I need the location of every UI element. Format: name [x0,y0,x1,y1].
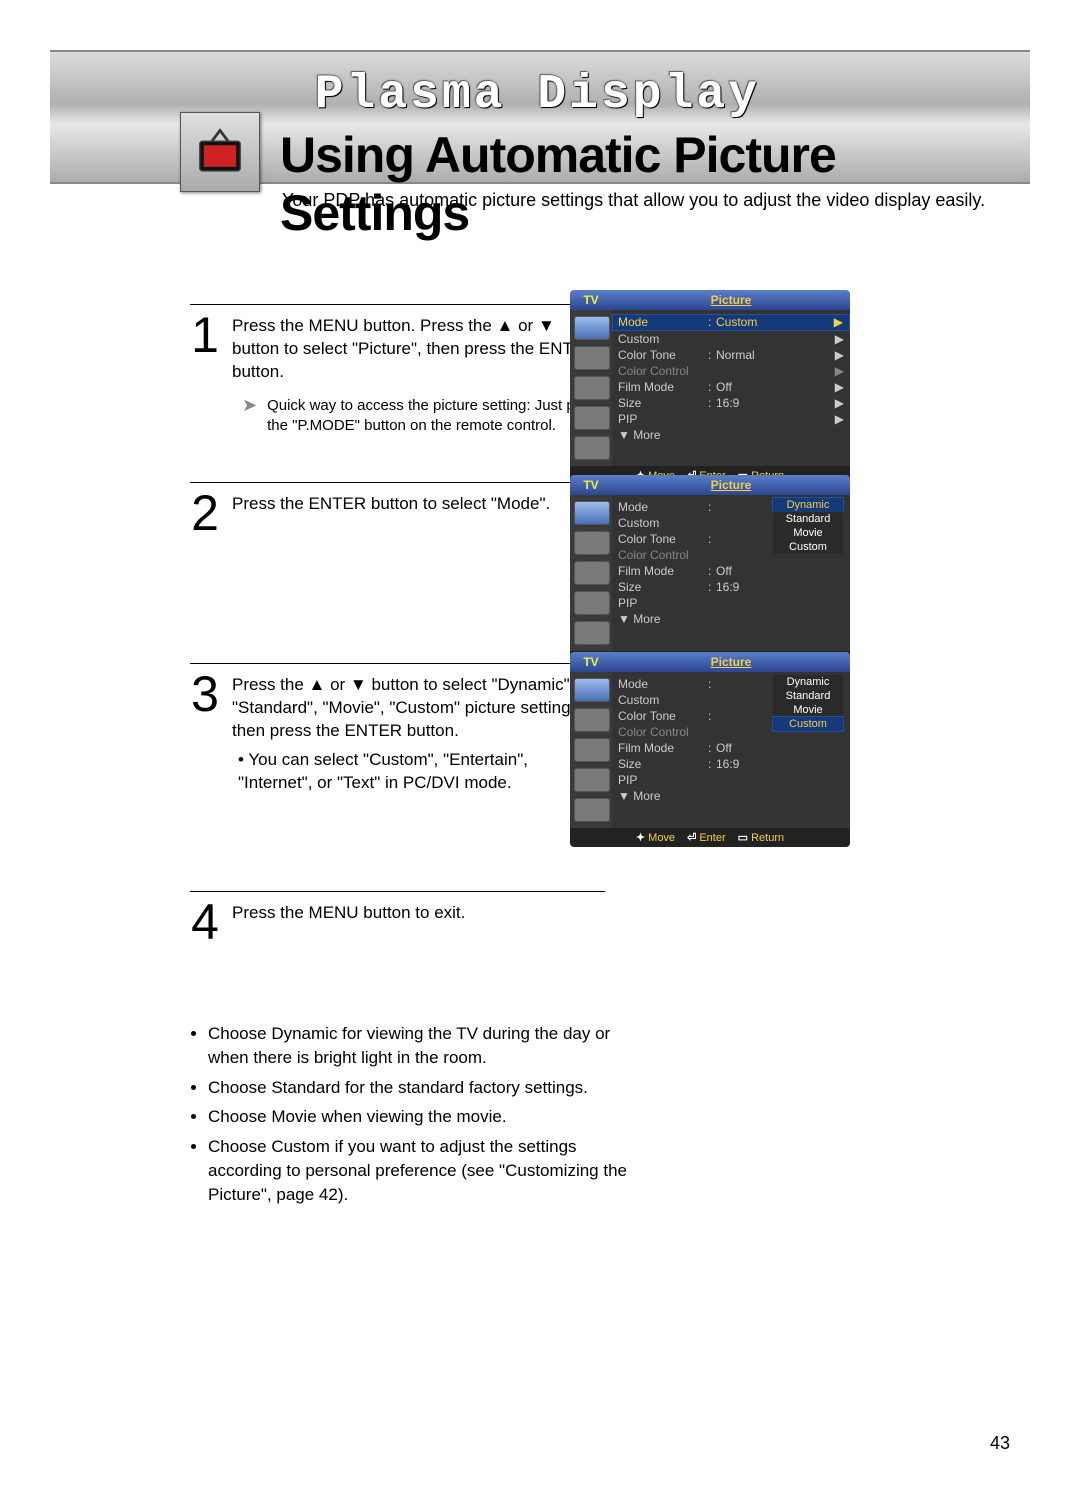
note-item: Choose Movie when viewing the movie. [208,1105,628,1129]
step-number: 3 [190,674,220,714]
osd-row-more: ▼ More [612,788,850,804]
caret-right-icon: ▶ [835,411,844,427]
osd-source-label: TV [570,652,612,672]
option-movie: Movie [773,703,843,717]
picture-category-icon [574,316,610,340]
note-item: Choose Custom if you want to adjust the … [208,1135,628,1206]
osd-category-icons [570,495,612,651]
mode-options-popup: Dynamic Standard Movie Custom [772,674,844,732]
osd-source-label: TV [570,475,612,495]
osd-row-pip: PIP [612,772,850,788]
page-title: Using Automatic Picture Settings [280,126,1030,242]
osd-screenshot-1: TV Picture Mode:Custom▶ Custom▶ Color To… [570,290,850,485]
step-3: 3 Press the ▲ or ▼ button to select "Dyn… [190,663,605,891]
osd-row-size: Size:16:9 [612,756,850,772]
osd-row-more: ▼ More [612,427,850,443]
picture-category-icon [574,501,610,525]
osd-row-mode: Mode:Custom▶ [612,314,850,331]
step-note: • You can select "Custom", "Entertain", … [238,749,605,795]
osd-footer: ✦ Move ⏎ Enter ▭ Return [570,828,850,847]
osd-source-label: TV [570,290,612,310]
osd-row-color-control: Color Control▶ [612,363,850,379]
osd-category-icons [570,310,612,466]
option-movie: Movie [773,526,843,540]
step-1: 1 Press the MENU button. Press the ▲ or … [190,304,605,482]
step-text: Press the ENTER button to select "Mode". [232,493,550,516]
note-item: Choose Dynamic for viewing the TV during… [208,1022,628,1070]
step-text: Press the MENU button. Press the ▲ or ▼ … [232,315,605,384]
quick-tip-arrow-icon: ➤ [242,396,257,437]
sound-category-icon [574,531,610,555]
osd-row-pip: PIP [612,595,850,611]
misc-category-icon [574,621,610,645]
setup-category-icon [574,406,610,430]
misc-category-icon [574,798,610,822]
channel-category-icon [574,738,610,762]
osd-screenshot-3: TV Picture Mode: Custom Color Tone: Colo… [570,652,850,847]
sound-category-icon [574,708,610,732]
osd-row-film-mode: Film Mode:Off [612,740,850,756]
tv-icon [180,112,260,192]
channel-category-icon [574,561,610,585]
header-banner: Plasma Display Using Automatic Picture S… [50,50,1030,184]
caret-right-icon: ▶ [835,363,844,379]
option-standard: Standard [773,689,843,703]
step-number: 1 [190,315,220,355]
caret-right-icon: ▶ [834,315,843,330]
setup-category-icon [574,768,610,792]
mode-options-popup: Dynamic Standard Movie Custom [772,497,844,555]
channel-category-icon [574,376,610,400]
osd-row-film-mode: Film Mode:Off [612,563,850,579]
osd-screenshot-2: TV Picture Mode: Custom Color Tone: Colo… [570,475,850,670]
caret-right-icon: ▶ [835,347,844,363]
osd-row-size: Size:16:9▶ [612,395,850,411]
osd-category-icons [570,672,612,828]
osd-row-pip: PIP▶ [612,411,850,427]
quick-tip-text: Quick way to access the picture setting:… [267,396,605,437]
caret-right-icon: ▶ [835,395,844,411]
osd-row-custom: Custom▶ [612,331,850,347]
osd-row-size: Size:16:9 [612,579,850,595]
hint-move: ✦ Move [636,831,675,844]
option-dynamic: Dynamic [772,497,844,513]
caret-right-icon: ▶ [835,379,844,395]
osd-row-color-tone: Color Tone:Normal▶ [612,347,850,363]
setup-category-icon [574,591,610,615]
step-4: 4 Press the MENU button to exit. [190,891,605,982]
page-number: 43 [990,1433,1010,1454]
step-number: 2 [190,493,220,533]
osd-row-more: ▼ More [612,611,850,627]
option-dynamic: Dynamic [773,675,843,689]
hint-enter: ⏎ Enter [687,831,726,844]
intro-text: Your PDP has automatic picture settings … [282,190,985,211]
option-standard: Standard [773,512,843,526]
sound-category-icon [574,346,610,370]
notes-list: Choose Dynamic for viewing the TV during… [190,1022,1020,1207]
step-text: Press the MENU button to exit. [232,902,465,925]
osd-menu-title: Picture [612,290,850,310]
osd-row-film-mode: Film Mode:Off▶ [612,379,850,395]
option-custom: Custom [773,540,843,554]
osd-menu-title: Picture [612,652,850,672]
step-2: 2 Press the ENTER button to select "Mode… [190,482,605,663]
misc-category-icon [574,436,610,460]
caret-right-icon: ▶ [835,331,844,347]
brand-title: Plasma Display [315,68,760,122]
step-text: Press the ▲ or ▼ button to select "Dynam… [232,674,605,743]
picture-category-icon [574,678,610,702]
step-number: 4 [190,902,220,942]
option-custom: Custom [772,716,844,732]
osd-menu-title: Picture [612,475,850,495]
hint-return: ▭ Return [738,831,784,844]
note-item: Choose Standard for the standard factory… [208,1076,628,1100]
